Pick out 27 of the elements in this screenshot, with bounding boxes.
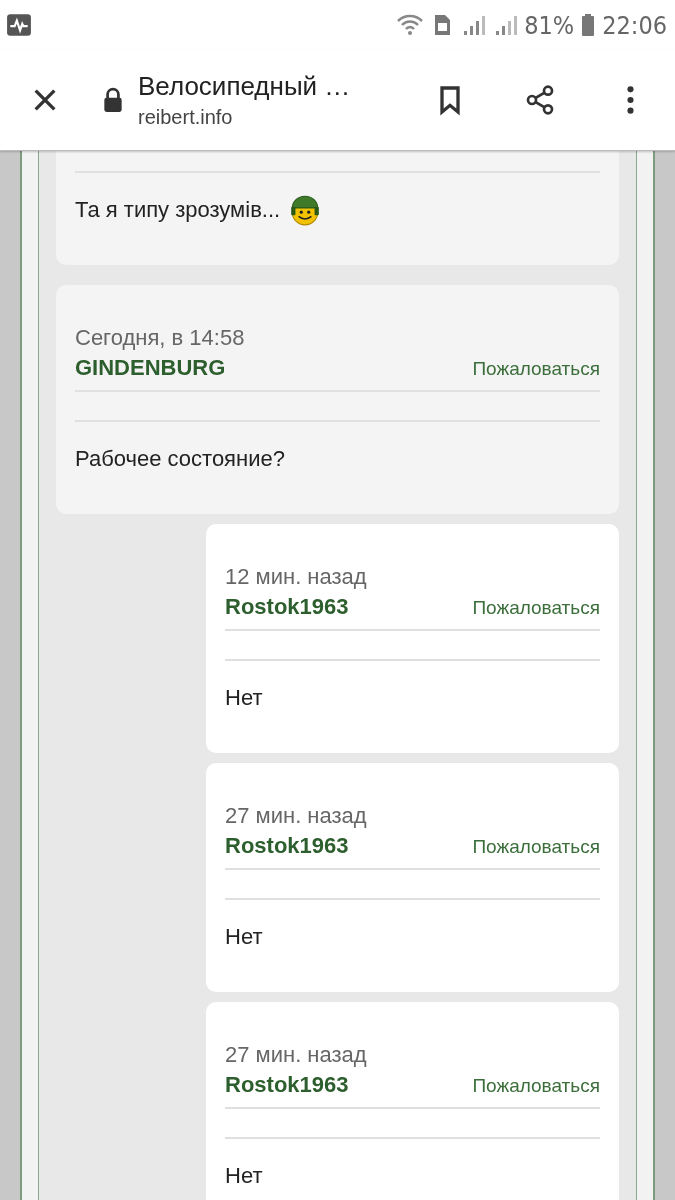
author-link[interactable]: Rostok1963 (225, 592, 349, 622)
report-link[interactable]: Пожаловаться (472, 593, 600, 623)
post-text: Рабочее состояние? (75, 446, 285, 472)
post-text: Нет (225, 685, 263, 711)
post-text: Нет (225, 1163, 263, 1189)
report-link[interactable]: Пожаловаться (472, 1071, 600, 1101)
report-link[interactable]: Пожаловаться (472, 832, 600, 862)
page-url: reibert.info (138, 106, 234, 129)
author-link[interactable]: Rostok1963 (225, 1070, 349, 1100)
menu-icon (626, 86, 634, 114)
wifi-icon (396, 13, 425, 37)
post-date: Сегодня, в 14:58 (75, 324, 246, 352)
post-text: Та я типу зрозумів... (75, 197, 281, 223)
author-link[interactable]: GINDENBURG (75, 353, 226, 383)
lock-icon (102, 87, 124, 113)
battery-level: 81% (524, 10, 575, 40)
post-date: 27 мин. назад (225, 802, 368, 830)
report-link[interactable]: Пожаловаться (472, 354, 600, 384)
author-link[interactable]: Rostok1963 (225, 831, 349, 861)
clock: 22:06 (602, 10, 667, 40)
post-date: 12 мин. назад (225, 563, 368, 591)
battery-icon (582, 13, 595, 37)
post-text: Нет (225, 924, 263, 950)
share-icon (524, 84, 556, 116)
page-title: Велосипедный … (138, 71, 352, 102)
post-date: 27 мин. назад (225, 1041, 368, 1069)
activity-icon (6, 12, 32, 38)
